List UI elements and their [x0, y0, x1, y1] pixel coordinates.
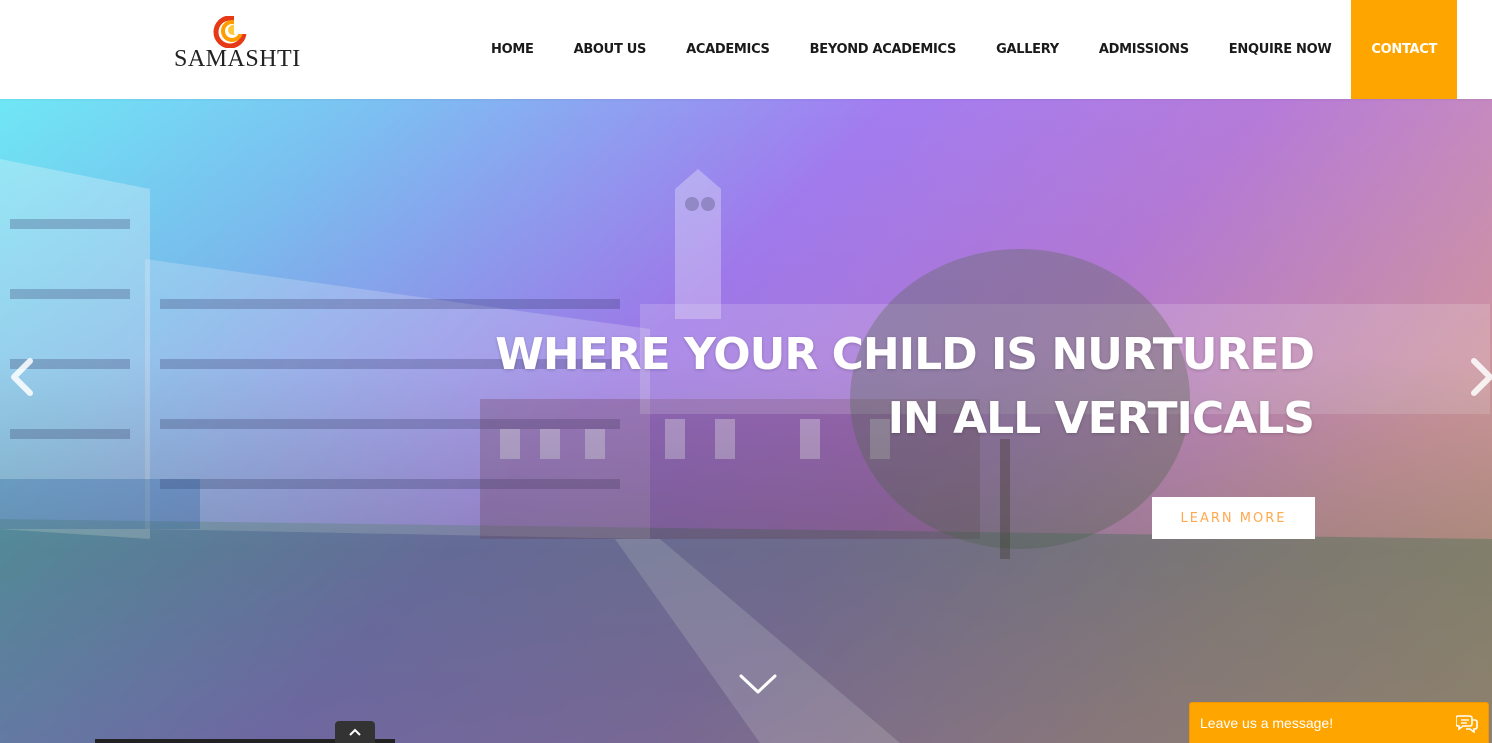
chat-bubbles-icon: [1456, 715, 1478, 733]
nav-beyond-academics[interactable]: BEYOND ACADEMICS: [790, 0, 976, 99]
chat-label: Leave us a message!: [1200, 715, 1334, 731]
logo[interactable]: SAMASHTI: [172, 16, 300, 72]
nav-admissions[interactable]: ADMISSIONS: [1079, 0, 1209, 99]
logo-text: SAMASHTI: [174, 46, 301, 72]
nav-gallery[interactable]: GALLERY: [976, 0, 1079, 99]
scroll-top-button[interactable]: [335, 721, 375, 743]
hero-headline-line1: WHERE YOUR CHILD IS NURTURED: [495, 329, 1315, 380]
nav-contact[interactable]: CONTACT: [1351, 0, 1458, 99]
main-nav: HOME ABOUT US ACADEMICS BEYOND ACADEMICS…: [471, 0, 1458, 99]
nav-about-us[interactable]: ABOUT US: [554, 0, 667, 99]
hero-slider: WHERE YOUR CHILD IS NURTURED IN ALL VERT…: [0, 99, 1492, 743]
nav-enquire-now[interactable]: ENQUIRE NOW: [1209, 0, 1352, 99]
chevron-down-icon[interactable]: [738, 671, 778, 697]
hero-headline: WHERE YOUR CHILD IS NURTURED IN ALL VERT…: [495, 323, 1315, 451]
logo-mark-icon: [213, 16, 248, 48]
chat-widget[interactable]: Leave us a message!: [1189, 702, 1489, 743]
learn-more-button[interactable]: LEARN MORE: [1152, 497, 1315, 539]
chevron-left-icon[interactable]: [8, 357, 38, 397]
chevron-up-icon: [349, 728, 361, 736]
hero-headline-line2: IN ALL VERTICALS: [887, 393, 1315, 444]
chevron-right-icon[interactable]: [1466, 357, 1492, 397]
nav-academics[interactable]: ACADEMICS: [666, 0, 790, 99]
nav-home[interactable]: HOME: [471, 0, 554, 99]
site-header: SAMASHTI HOME ABOUT US ACADEMICS BEYOND …: [0, 0, 1492, 99]
